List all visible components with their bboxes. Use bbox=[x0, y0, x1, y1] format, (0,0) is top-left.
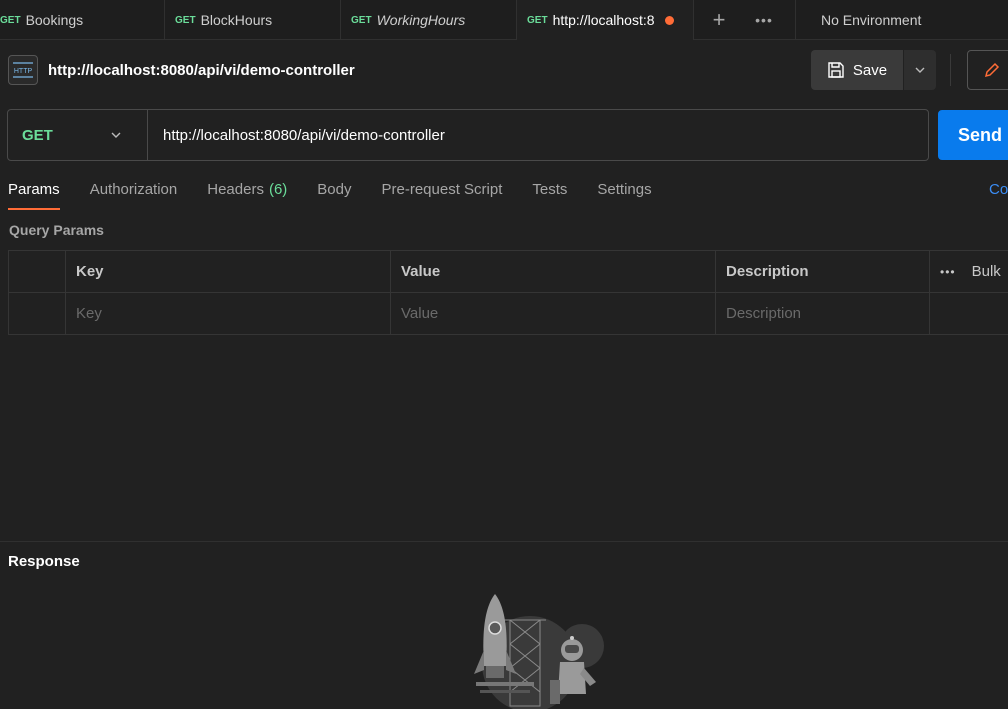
row-checkbox-cell bbox=[8, 293, 66, 334]
bulk-edit-link[interactable]: Bulk bbox=[972, 263, 1001, 280]
tab-label: WorkingHours bbox=[376, 12, 466, 28]
tab-workinghours[interactable]: GET WorkingHours bbox=[341, 0, 517, 40]
tab-label: http://localhost:8 bbox=[552, 12, 655, 28]
checkbox-column-header bbox=[8, 251, 66, 292]
tab-tests[interactable]: Tests bbox=[532, 178, 567, 210]
save-label: Save bbox=[852, 61, 888, 79]
method-select[interactable]: GET bbox=[8, 110, 148, 160]
url-input[interactable]: http://localhost:8080/api/vi/demo-contro… bbox=[163, 127, 445, 144]
tab-active-request[interactable]: GET http://localhost:8 bbox=[517, 0, 694, 40]
save-button[interactable]: Save bbox=[811, 50, 903, 90]
column-header-value: Value bbox=[391, 251, 716, 292]
tab-label: BlockHours bbox=[200, 12, 273, 28]
tab-settings[interactable]: Settings bbox=[597, 178, 651, 210]
http-icon-label: HTTP bbox=[14, 68, 33, 75]
chevron-down-icon bbox=[915, 67, 925, 73]
tab-method: GET bbox=[351, 14, 372, 26]
tab-bar: GET Bookings GET BlockHours GET WorkingH… bbox=[0, 0, 1008, 40]
http-icon: HTTP bbox=[8, 55, 38, 85]
value-input[interactable]: Value bbox=[391, 293, 716, 334]
description-input[interactable]: Description bbox=[716, 293, 930, 334]
row-actions-cell bbox=[930, 293, 1008, 334]
method-value: GET bbox=[22, 126, 53, 144]
save-icon bbox=[828, 62, 844, 78]
column-header-key: Key bbox=[66, 251, 391, 292]
chevron-down-icon bbox=[111, 132, 121, 138]
rocket-astronaut-illustration bbox=[452, 594, 608, 709]
headers-count-badge: (6) bbox=[268, 181, 288, 198]
request-title[interactable]: http://localhost:8080/api/vi/demo-contro… bbox=[48, 62, 355, 79]
response-label: Response bbox=[8, 553, 80, 570]
key-input[interactable]: Key bbox=[66, 293, 391, 334]
tab-headers[interactable]: Headers (6) bbox=[207, 178, 287, 210]
tab-params[interactable]: Params bbox=[8, 178, 60, 210]
request-tabs: Params Authorization Headers (6) Body Pr… bbox=[8, 178, 682, 210]
cookies-link[interactable]: Co bbox=[989, 181, 1008, 198]
tab-body[interactable]: Body bbox=[317, 178, 351, 210]
tab-headers-label: Headers bbox=[207, 181, 264, 198]
query-params-table: Key Value Description ••• Bulk Key Value… bbox=[8, 250, 1008, 335]
tab-method: GET bbox=[527, 14, 548, 26]
environment-selector[interactable]: No Environment bbox=[796, 0, 921, 39]
tab-prerequest-script[interactable]: Pre-request Script bbox=[382, 178, 503, 210]
more-tabs-icon[interactable]: ••• bbox=[744, 0, 784, 39]
send-button[interactable]: Send bbox=[938, 110, 1008, 160]
tab-blockhours[interactable]: GET BlockHours bbox=[165, 0, 341, 40]
unsaved-dot-icon bbox=[664, 15, 674, 25]
more-options-icon[interactable]: ••• bbox=[940, 265, 956, 279]
table-header-row: Key Value Description ••• Bulk bbox=[8, 251, 1008, 293]
query-params-label: Query Params bbox=[9, 222, 104, 238]
url-bar: GET http://localhost:8080/api/vi/demo-co… bbox=[7, 109, 929, 161]
table-row: Key Value Description bbox=[8, 293, 1008, 335]
response-divider[interactable] bbox=[0, 541, 1008, 542]
divider bbox=[950, 54, 951, 86]
save-options-button[interactable] bbox=[904, 50, 936, 90]
save-group: Save bbox=[811, 50, 936, 90]
tab-method: GET bbox=[0, 14, 21, 26]
request-header: HTTP http://localhost:8080/api/vi/demo-c… bbox=[8, 54, 355, 86]
tab-label: Bookings bbox=[25, 12, 84, 28]
pencil-icon bbox=[984, 62, 1000, 78]
table-actions: ••• Bulk bbox=[930, 251, 1008, 292]
column-header-description: Description bbox=[716, 251, 930, 292]
tab-bookings[interactable]: GET Bookings bbox=[0, 0, 165, 40]
new-tab-button[interactable]: + bbox=[694, 0, 744, 39]
tab-authorization[interactable]: Authorization bbox=[90, 178, 178, 210]
edit-button[interactable] bbox=[967, 50, 1008, 90]
tab-method: GET bbox=[175, 14, 196, 26]
